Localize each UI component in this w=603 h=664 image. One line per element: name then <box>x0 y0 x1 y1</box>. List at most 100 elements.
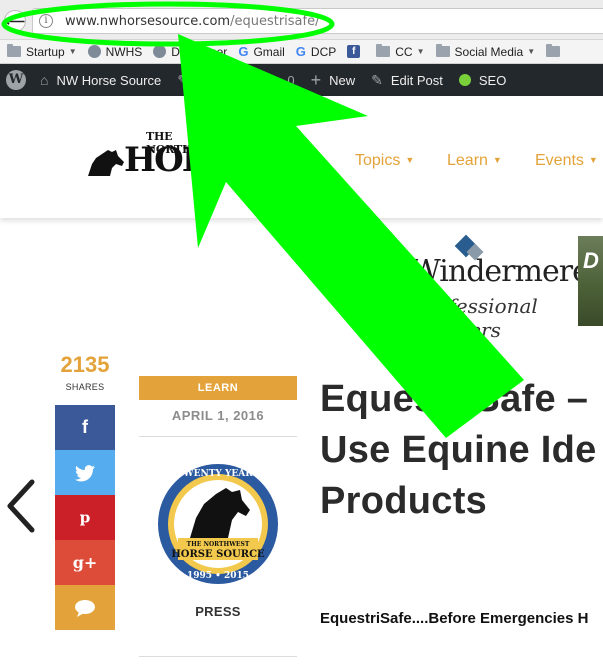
bookmark-label: Startup <box>26 44 65 59</box>
caret-down-icon: ▼ <box>68 47 77 56</box>
url-path: /equestrisafe/ <box>230 14 320 29</box>
pinterest-icon: p <box>80 509 91 527</box>
caret-down-icon: ▼ <box>416 47 425 56</box>
site-logo[interactable]: THE NORTHWEST HORSE <box>86 130 256 186</box>
caret-down-icon: ▼ <box>588 155 598 165</box>
ad-photo-letter: D <box>583 248 599 273</box>
bookmark-gmail[interactable]: G Gmail <box>238 44 284 59</box>
seo-status-icon <box>458 74 471 86</box>
nav-learn[interactable]: Learn ▼ <box>447 152 502 170</box>
bookmark-dcp[interactable]: G DCP <box>296 44 336 59</box>
pinterest-share-button[interactable]: p <box>55 495 115 540</box>
bookmark-nwhs[interactable]: NWHS <box>87 44 143 59</box>
bookmark-more-folder[interactable] <box>546 44 565 57</box>
nav-label: Events <box>535 152 584 169</box>
share-label: SHARES <box>65 382 105 392</box>
ad-brand: Windermere <box>410 254 590 289</box>
address-bar: ⟵ i www.nwhorsesource.com/equestrisafe/ <box>0 0 603 40</box>
bookmark-label: DCP <box>310 44 337 59</box>
wp-edit-label: Edit Post <box>390 72 443 88</box>
info-icon[interactable]: i <box>39 14 53 28</box>
badge-years-text: 1995 • 2015 <box>187 571 249 581</box>
bookmark-label: Gmail <box>253 44 285 59</box>
post-lead: EquestriSafe....Before Emergencies H <box>320 610 589 627</box>
wp-site-name-label: NW Horse Source <box>56 72 162 88</box>
author-name[interactable]: PRESS <box>139 604 297 619</box>
bookmark-label: NWHS <box>105 44 143 59</box>
bookmark-label: Social Media <box>454 44 524 59</box>
url-field[interactable]: i www.nwhorsesource.com/equestrisafe/ <box>32 8 603 34</box>
author-avatar[interactable]: TWENTY YEARS THE NORTHWEST HORSE SOURCE … <box>156 460 280 588</box>
divider <box>139 436 297 437</box>
badge-mid2-text: HORSE SOURCE <box>171 549 265 560</box>
ad-photo: D <box>578 236 603 326</box>
google-plus-share-button[interactable]: g+ <box>55 540 115 585</box>
dashboard-icon: ⌂ <box>40 72 49 88</box>
pencil-icon: ✎ <box>371 71 383 88</box>
facebook-icon: f <box>82 417 88 437</box>
wp-site-name[interactable]: ⌂ NW Horse Source <box>40 72 161 88</box>
bookmark-label: Disclaimer <box>171 44 228 59</box>
url-text: www.nwhorsesource.com/equestrisafe/ <box>65 14 319 29</box>
bookmark-disclaimer[interactable]: Disclaimer <box>153 45 227 59</box>
caret-down-icon: ▼ <box>527 47 536 56</box>
wp-comments[interactable]: ▪ 0 <box>274 72 294 88</box>
wordpress-logo-icon[interactable]: W <box>6 70 26 90</box>
bookmark-facebook[interactable]: f <box>347 45 365 58</box>
caret-down-icon: ▼ <box>405 155 415 165</box>
wp-admin-bar: W ⌂ NW Horse Source ✎ Customize ▪ 0 + New ✎ E… <box>0 64 603 96</box>
divider <box>139 656 297 657</box>
wp-seo-label: SEO <box>478 72 507 88</box>
nav-label: Learn <box>447 152 488 169</box>
folder-icon <box>435 44 450 57</box>
wp-comments-count: 0 <box>287 72 295 88</box>
wp-customize[interactable]: ✎ Customize <box>177 72 258 89</box>
site-header: THE NORTHWEST HORSE Topics ▼ Learn ▼ Event… <box>0 96 603 218</box>
folder-icon <box>7 44 21 57</box>
facebook-share-button[interactable]: f <box>55 405 115 450</box>
bookmark-label: CC <box>395 44 413 59</box>
brush-icon: ✎ <box>177 71 189 88</box>
category-badge[interactable]: LEARN <box>139 376 297 400</box>
svg-text:p: p <box>80 509 91 527</box>
comment-share-button[interactable] <box>55 585 115 630</box>
comment-bubble-icon <box>75 600 95 618</box>
bookmarks-bar: Startup ▼ NWHS Disclaimer G Gmail G DCP f C… <box>0 40 603 64</box>
globe-icon <box>153 45 167 58</box>
twitter-share-button[interactable] <box>55 450 115 495</box>
post-date: APRIL 1, 2016 <box>171 408 265 423</box>
wp-new-label: New <box>329 72 356 88</box>
globe-icon <box>87 45 101 58</box>
badge-mid1-text: THE NORTHWEST <box>187 541 250 548</box>
url-host: www.nwhorsesource.com <box>65 14 231 29</box>
twitter-bird-icon <box>75 464 95 482</box>
wp-edit-post[interactable]: ✎ Edit Post <box>371 72 443 89</box>
horse-head-icon <box>88 150 124 176</box>
google-icon: G <box>238 44 249 59</box>
caret-down-icon: ▼ <box>492 155 502 165</box>
folder-icon <box>376 44 391 57</box>
folder-icon <box>546 44 561 57</box>
bookmark-startup[interactable]: Startup ▼ <box>7 44 77 59</box>
post-title: EquestriSafe – Use Equine Ide Products <box>320 378 597 522</box>
bookmark-social-media[interactable]: Social Media ▼ <box>435 44 536 59</box>
bookmark-cc[interactable]: CC ▼ <box>376 44 425 59</box>
google-icon: G <box>295 44 306 59</box>
back-arrow-icon[interactable]: ⟵ <box>4 10 26 32</box>
nav-label: Topics <box>355 152 401 169</box>
badge-top-text: TWENTY YEARS <box>177 469 259 479</box>
google-plus-icon: g+ <box>72 553 98 572</box>
wp-new[interactable]: + New <box>311 70 356 91</box>
browser-window: ⟵ i www.nwhorsesource.com/equestrisafe/ … <box>0 0 603 664</box>
comment-icon: ▪ <box>274 72 280 88</box>
wp-seo[interactable]: SEO <box>458 72 507 88</box>
facebook-icon: f <box>347 45 361 58</box>
previous-post-arrow-icon[interactable] <box>4 478 38 534</box>
nav-topics[interactable]: Topics ▼ <box>355 152 414 170</box>
share-count: 2135 <box>60 352 110 377</box>
nav-events[interactable]: Events ▼ <box>535 152 598 170</box>
wp-customize-label: Customize <box>196 72 259 88</box>
logo-main-text: HORSE <box>124 140 256 180</box>
plus-icon: + <box>310 69 322 90</box>
ad-subtitle: professional partners <box>414 294 538 342</box>
